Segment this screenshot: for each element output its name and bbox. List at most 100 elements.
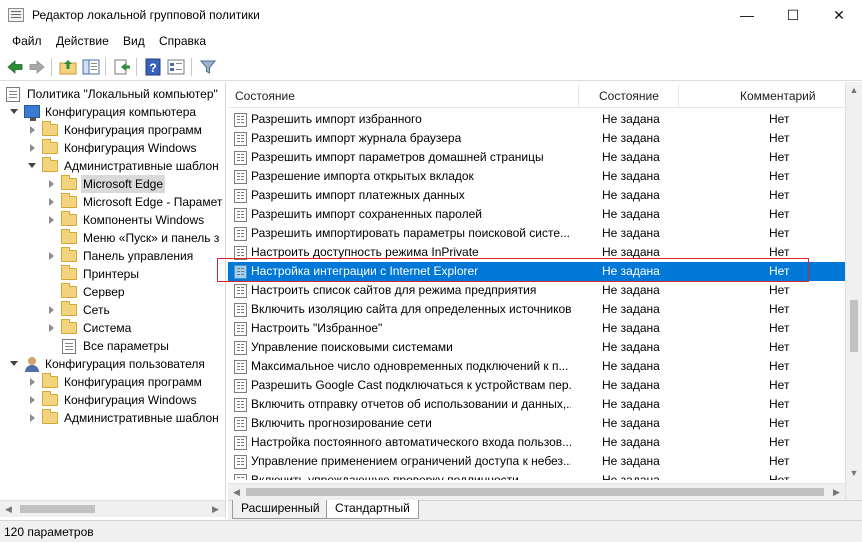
list-horizontal-scrollbar[interactable]: ◀ ▶ <box>228 483 845 500</box>
scroll-left-arrow-icon[interactable]: ◀ <box>0 501 17 517</box>
policy-row[interactable]: Включить отправку отчетов об использован… <box>228 395 845 414</box>
column-header-comment[interactable]: Комментарий <box>740 89 816 103</box>
scroll-right-arrow-icon[interactable]: ▶ <box>207 501 224 517</box>
list-vertical-scrollbar[interactable]: ▲ ▼ <box>845 82 862 500</box>
tree-item-system[interactable]: Система <box>0 319 225 337</box>
column-divider[interactable] <box>578 85 579 107</box>
tree-item-control-panel[interactable]: Панель управления <box>0 247 225 265</box>
tree-item-user-configuration[interactable]: Конфигурация пользователя <box>0 355 225 373</box>
folder-icon <box>42 139 58 154</box>
expand-arrow-icon[interactable] <box>28 396 36 404</box>
policy-row[interactable]: Разрешить импорт избранного Не задана Нет <box>228 110 845 129</box>
up-folder-icon[interactable] <box>59 58 77 76</box>
policy-setting-icon <box>234 398 247 412</box>
tree-item-server[interactable]: Сервер <box>0 283 225 301</box>
tree-item-computer-configuration[interactable]: Конфигурация компьютера <box>0 103 225 121</box>
menu-file[interactable]: Файл <box>12 34 42 48</box>
scroll-right-arrow-icon[interactable]: ▶ <box>828 484 845 500</box>
expand-arrow-icon[interactable] <box>47 180 55 188</box>
tree-item-user-administrative-templates[interactable]: Административные шаблон <box>0 409 225 427</box>
expand-arrow-icon[interactable] <box>47 252 55 260</box>
policy-name: Разрешить импорт сохраненных паролей <box>251 207 482 221</box>
scrollbar-thumb[interactable] <box>246 488 824 496</box>
maximize-button[interactable]: ☐ <box>770 0 816 31</box>
forward-arrow-icon[interactable] <box>28 58 46 76</box>
policy-row[interactable]: Настроить "Избранное" Не задана Нет <box>228 319 845 338</box>
collapse-arrow-icon[interactable] <box>10 360 18 368</box>
tree-item-administrative-templates[interactable]: Административные шаблон <box>0 157 225 175</box>
column-header-state[interactable]: Состояние <box>599 89 659 103</box>
policy-row[interactable]: Разрешить импорт параметров домашней стр… <box>228 148 845 167</box>
column-header-name[interactable]: Состояние <box>235 89 295 103</box>
scrollbar-thumb[interactable] <box>850 300 858 352</box>
policy-setting-icon <box>234 379 247 393</box>
policy-comment: Нет <box>769 207 790 221</box>
scrollbar-thumb[interactable] <box>20 505 95 513</box>
tree-item-software-settings[interactable]: Конфигурация программ <box>0 121 225 139</box>
expand-arrow-icon[interactable] <box>28 378 36 386</box>
policy-row[interactable]: Управление поисковыми системами Не задана… <box>228 338 845 357</box>
policy-row[interactable]: Разрешение импорта открытых вкладок Не за… <box>228 167 845 186</box>
collapse-arrow-icon[interactable] <box>28 162 36 170</box>
expand-arrow-icon[interactable] <box>47 324 55 332</box>
expand-arrow-icon[interactable] <box>47 198 55 206</box>
policy-row[interactable]: Включить упреждающую проверку подлинност… <box>228 471 845 480</box>
expand-arrow-icon[interactable] <box>28 414 36 422</box>
policy-row[interactable]: Максимальное число одновременных подключ… <box>228 357 845 376</box>
tree-horizontal-scrollbar[interactable]: ◀ ▶ <box>0 500 225 517</box>
show-hide-tree-icon[interactable] <box>82 58 100 76</box>
folder-icon <box>61 229 77 244</box>
expand-arrow-icon[interactable] <box>28 126 36 134</box>
menu-bar: Файл Действие Вид Справка <box>0 31 862 52</box>
expand-arrow-icon[interactable] <box>28 144 36 152</box>
folder-icon <box>61 283 77 298</box>
tree-item-user-windows-settings[interactable]: Конфигурация Windows <box>0 391 225 409</box>
policy-row[interactable]: Настройка постоянного автоматического вх… <box>228 433 845 452</box>
tree-item-all-settings[interactable]: Все параметры <box>0 337 225 355</box>
tree-item-windows-settings[interactable]: Конфигурация Windows <box>0 139 225 157</box>
tree-item-network[interactable]: Сеть <box>0 301 225 319</box>
expand-arrow-icon[interactable] <box>47 216 55 224</box>
policy-row[interactable]: Разрешить импорт сохраненных паролей Не з… <box>228 205 845 224</box>
tree-item-start-menu[interactable]: Меню «Пуск» и панель з <box>0 229 225 247</box>
policy-row[interactable]: Настроить список сайтов для режима предп… <box>228 281 845 300</box>
tab-standard[interactable]: Стандартный <box>326 500 419 519</box>
policy-row[interactable]: Включить прогнозирование сети Не задана Не… <box>228 414 845 433</box>
policy-state: Не задана <box>602 473 660 480</box>
filter-icon[interactable] <box>199 58 217 76</box>
tree-item-microsoft-edge[interactable]: Microsoft Edge <box>0 175 225 193</box>
scroll-left-arrow-icon[interactable]: ◀ <box>228 484 245 500</box>
column-divider[interactable] <box>678 85 679 107</box>
policy-row[interactable]: Разрешить Google Cast подключаться к уст… <box>228 376 845 395</box>
scroll-up-arrow-icon[interactable]: ▲ <box>846 82 862 99</box>
tree-item-printers[interactable]: Принтеры <box>0 265 225 283</box>
policy-row[interactable]: Разрешить импорт журнала браузера Не зада… <box>228 129 845 148</box>
policy-row[interactable]: Включить изоляцию сайта для определенных… <box>228 300 845 319</box>
tab-extended[interactable]: Расширенный <box>232 500 329 519</box>
gpedit-app-icon <box>8 8 24 22</box>
expand-arrow-icon[interactable] <box>47 306 55 314</box>
svg-text:?: ? <box>149 61 156 75</box>
menu-view[interactable]: Вид <box>123 34 145 48</box>
help-icon[interactable]: ? <box>144 58 162 76</box>
close-button[interactable]: ✕ <box>816 0 862 31</box>
policy-name: Управление применением ограничений досту… <box>251 454 571 468</box>
minimize-button[interactable]: — <box>724 0 770 31</box>
collapse-arrow-icon[interactable] <box>10 108 18 116</box>
tree-item-user-software-settings[interactable]: Конфигурация программ <box>0 373 225 391</box>
properties-icon[interactable] <box>167 58 185 76</box>
policy-row[interactable]: Настроить доступность режима InPrivate Не… <box>228 243 845 262</box>
tree-item-microsoft-edge-defaults[interactable]: Microsoft Edge - Парамет <box>0 193 225 211</box>
policy-row[interactable]: Разрешить импортировать параметры поиско… <box>228 224 845 243</box>
export-list-icon[interactable] <box>113 58 131 76</box>
policy-setting-icon <box>234 189 247 203</box>
menu-help[interactable]: Справка <box>159 34 206 48</box>
policy-row[interactable]: Настройка интеграции с Internet Explorer… <box>228 262 845 281</box>
menu-action[interactable]: Действие <box>56 34 109 48</box>
scroll-down-arrow-icon[interactable]: ▼ <box>846 465 862 482</box>
policy-row[interactable]: Управление применением ограничений досту… <box>228 452 845 471</box>
back-arrow-icon[interactable] <box>6 58 24 76</box>
tree-item-local-computer-policy[interactable]: Политика "Локальный компьютер" <box>0 85 225 103</box>
policy-row[interactable]: Разрешить импорт платежных данных Не зада… <box>228 186 845 205</box>
tree-item-windows-components[interactable]: Компоненты Windows <box>0 211 225 229</box>
